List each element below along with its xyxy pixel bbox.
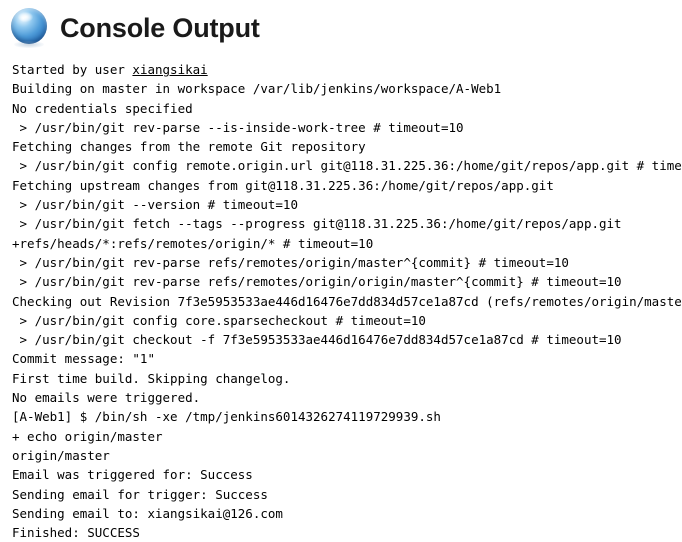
console-log-line: [A-Web1] $ /bin/sh -xe /tmp/jenkins60143… xyxy=(12,409,441,425)
user-link[interactable]: xiangsikai xyxy=(132,62,207,77)
console-log-line: No emails were triggered. xyxy=(12,390,201,406)
console-log-line: Sending email for trigger: Success xyxy=(12,486,268,502)
console-log-line: + echo origin/master xyxy=(12,428,163,444)
console-log-line: > /usr/bin/git checkout -f 7f3e5953533ae… xyxy=(12,332,622,348)
console-log-line: > /usr/bin/git fetch --tags --progress g… xyxy=(12,216,622,232)
page-title: Console Output xyxy=(60,12,260,43)
console-log-line: > /usr/bin/git rev-parse refs/remotes/or… xyxy=(12,274,622,290)
console-log-line: > /usr/bin/git config core.sparsecheckou… xyxy=(12,312,426,328)
console-log-line: > /usr/bin/git rev-parse --is-inside-wor… xyxy=(12,119,464,135)
console-log-line: > /usr/bin/git config remote.origin.url … xyxy=(12,158,682,174)
console-log-line: No credentials specified xyxy=(12,100,193,116)
console-log-line: Checking out Revision 7f3e5953533ae446d1… xyxy=(12,293,682,309)
console-log-line: Sending email to: xiangsikai@126.com xyxy=(12,505,283,521)
console-log-line: Building on master in workspace /var/lib… xyxy=(12,81,502,97)
console-output-log: Started by user xiangsikai Building on ma… xyxy=(0,50,682,542)
page-header: Console Output xyxy=(0,0,682,50)
console-log-line: > /usr/bin/git rev-parse refs/remotes/or… xyxy=(12,254,569,270)
blue-sphere-icon xyxy=(8,6,52,50)
console-log-line: Fetching upstream changes from git@118.3… xyxy=(12,177,554,193)
console-log-line: origin/master xyxy=(12,447,110,463)
console-log-line: Started by user xiangsikai xyxy=(12,62,208,77)
console-log-line: Fetching changes from the remote Git rep… xyxy=(12,139,366,155)
console-log-line: Commit message: "1" xyxy=(12,351,155,367)
console-log-line: > /usr/bin/git --version # timeout=10 xyxy=(12,197,298,213)
console-log-line: Email was triggered for: Success xyxy=(12,467,253,483)
console-log-line: First time build. Skipping changelog. xyxy=(12,370,291,386)
console-log-line: +refs/heads/*:refs/remotes/origin/* # ti… xyxy=(12,235,374,251)
console-log-line: Finished: SUCCESS xyxy=(12,525,140,541)
